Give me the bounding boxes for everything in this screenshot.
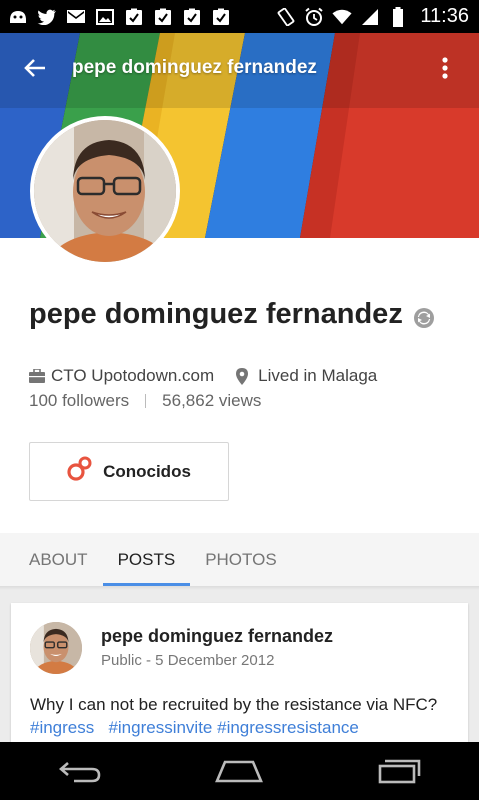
clipboard-check-icon bbox=[153, 8, 173, 26]
location-pin-icon bbox=[236, 367, 252, 385]
post-card[interactable]: pepe dominguez fernandez Public - 5 Dece… bbox=[11, 603, 468, 742]
wifi-icon bbox=[332, 8, 352, 26]
briefcase-icon bbox=[29, 368, 45, 384]
profile-stats: 100 followers 56,862 views bbox=[29, 391, 261, 411]
gmail-icon bbox=[66, 8, 86, 26]
twitter-icon bbox=[37, 8, 57, 26]
arrow-back-icon bbox=[24, 59, 45, 77]
profile-tabs: ABOUT POSTS PHOTOS bbox=[0, 533, 479, 586]
app-bar-title: pepe dominguez fernandez bbox=[72, 57, 317, 78]
image-icon bbox=[95, 8, 115, 26]
post-meta: Public - 5 December 2012 bbox=[101, 652, 275, 669]
tab-posts[interactable]: POSTS bbox=[102, 533, 191, 586]
app-bar: pepe dominguez fernandez bbox=[0, 33, 479, 103]
views-count: 56,862 views bbox=[162, 391, 262, 410]
clipboard-check-icon bbox=[124, 8, 144, 26]
tab-about[interactable]: ABOUT bbox=[0, 533, 103, 586]
recents-nav-icon bbox=[378, 759, 421, 784]
alarm-icon bbox=[304, 7, 324, 26]
profile-name-text: pepe dominguez fernandez bbox=[29, 298, 403, 330]
circles-button-label: Conocidos bbox=[103, 461, 191, 481]
posts-feed[interactable]: pepe dominguez fernandez Public - 5 Dece… bbox=[0, 590, 479, 742]
overflow-menu-button[interactable] bbox=[433, 53, 457, 83]
clipboard-check-icon bbox=[182, 8, 202, 26]
battery-icon bbox=[388, 6, 408, 27]
clipboard-check-icon bbox=[211, 8, 231, 26]
profile-avatar[interactable] bbox=[30, 116, 180, 266]
post-text: Why I can not be recruited by the resist… bbox=[30, 693, 450, 739]
profile-location: Lived in Malaga bbox=[258, 366, 378, 385]
signal-icon bbox=[360, 8, 380, 26]
profile-name: pepe dominguez fernandez bbox=[29, 298, 435, 331]
circles-button[interactable]: Conocidos bbox=[29, 442, 229, 501]
sync-icon bbox=[413, 304, 435, 328]
recents-nav-button[interactable] bbox=[369, 751, 429, 791]
back-nav-icon bbox=[58, 762, 101, 783]
followers-count[interactable]: 100 followers bbox=[29, 391, 129, 411]
home-nav-button[interactable] bbox=[209, 751, 269, 791]
hashtag-link[interactable]: #ingress bbox=[30, 718, 94, 737]
home-nav-icon bbox=[215, 760, 264, 783]
status-bar: 11:36 bbox=[0, 0, 479, 33]
post-author-name[interactable]: pepe dominguez fernandez bbox=[101, 626, 333, 647]
profile-work: CTO Upotodown.com bbox=[51, 366, 215, 385]
profile-meta: CTO Upotodown.com Lived in Malaga bbox=[29, 366, 377, 386]
status-time: 11:36 bbox=[420, 5, 469, 27]
person-photo-icon bbox=[34, 120, 176, 262]
hashtag-link[interactable]: #ingressresistance bbox=[217, 718, 359, 737]
person-photo-icon bbox=[30, 622, 82, 674]
post-body: Why I can not be recruited by the resist… bbox=[30, 695, 438, 714]
navigation-bar bbox=[0, 742, 479, 800]
back-nav-button[interactable] bbox=[50, 751, 110, 791]
circles-icon bbox=[67, 456, 93, 487]
stats-divider bbox=[145, 394, 147, 408]
tab-photos[interactable]: PHOTOS bbox=[190, 533, 291, 586]
screen-rotation-icon bbox=[276, 7, 296, 26]
overflow-menu-icon bbox=[442, 57, 448, 79]
hashtag-link[interactable]: #ingressinvite bbox=[108, 718, 212, 737]
back-button[interactable] bbox=[20, 53, 50, 83]
post-author-avatar[interactable] bbox=[30, 622, 82, 674]
cat-icon bbox=[8, 8, 28, 26]
